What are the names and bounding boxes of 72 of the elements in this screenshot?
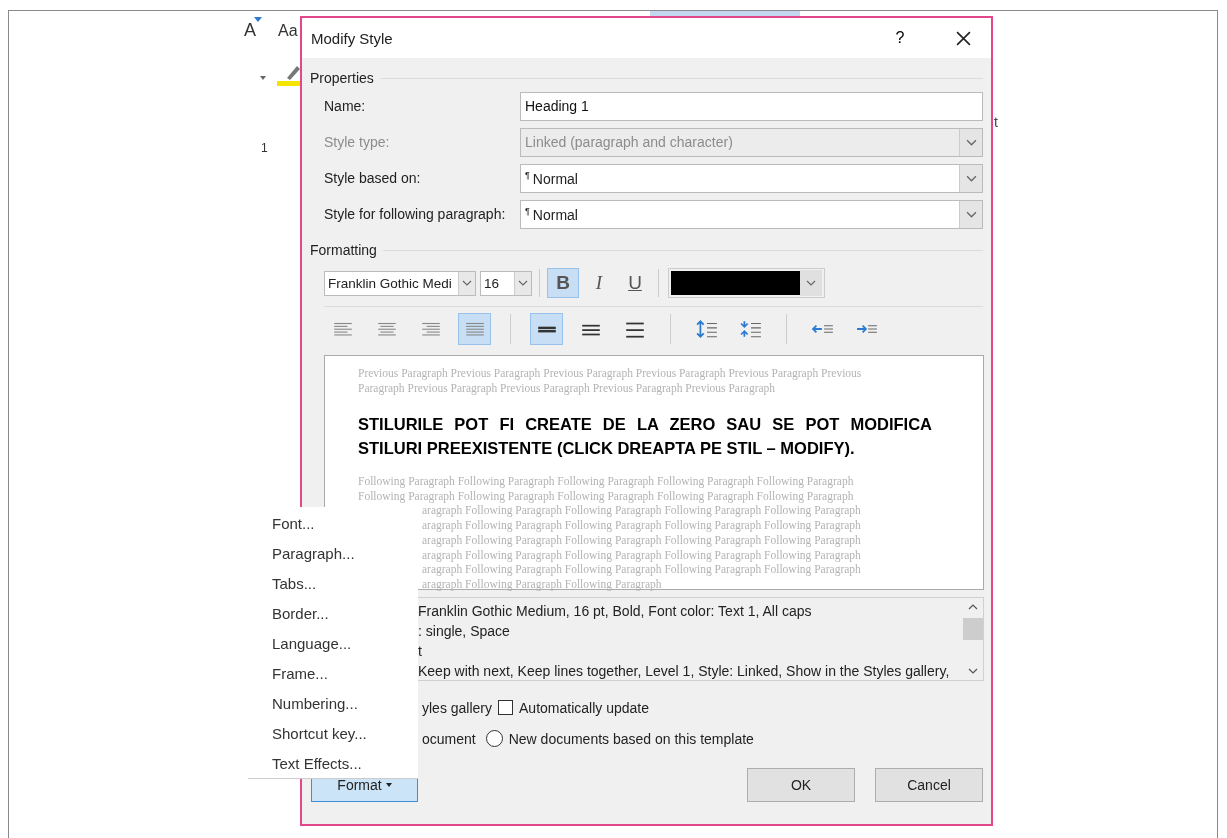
template-radio[interactable]: New documents based on this template (485, 730, 754, 747)
scroll-up-icon[interactable] (968, 604, 978, 610)
description-text: Keep with next, Keep lines together, Level 1, Style: Linked, Show in the Styles gallery, (418, 662, 951, 681)
chevron-down-icon (965, 138, 977, 146)
preview-heading: STILURILE POT FI CREATE DE LA ZERO SAU SE POT MODIFICA STILURI PREEXISTENTE (CLICK DREAPTA PE STIL – MODIFY). (358, 414, 932, 459)
align-right-icon (419, 320, 442, 338)
chevron-down-icon (518, 280, 528, 286)
underline-button[interactable]: U (619, 268, 651, 298)
radio-button[interactable] (485, 730, 503, 747)
cancel-button[interactable]: Cancel (875, 768, 983, 802)
field-label: Style for following paragraph: (324, 206, 507, 222)
previous-paragraph-text: Previous Paragraph Previous Paragraph Previous Paragraph Previous Paragraph Previous Paragraph Previous Paragraph Previous Paragraph Previous Paragraph Previous Paragraph Previous Paragraph (358, 366, 863, 396)
font-dropdown[interactable]: Franklin Gothic Medi (324, 270, 476, 296)
menu-item[interactable]: Tabs... (248, 569, 418, 599)
document-text: t (994, 114, 998, 130)
highlighter-icon (277, 64, 301, 86)
font-color-dropdown[interactable] (668, 268, 825, 298)
ribbon-label: A (244, 20, 256, 41)
following-paragraph-text: aragraph Following Paragraph Following Paragraph Following Paragraph Following Paragraph (422, 518, 861, 533)
menu-item[interactable]: Border... (248, 599, 418, 629)
chevron-down-icon (462, 280, 472, 286)
close-icon (955, 30, 971, 46)
menu-item[interactable]: Paragraph... (248, 539, 418, 569)
style-dropdown[interactable]: $^{¶}$ Normal (520, 163, 983, 193)
bold-button[interactable]: B (547, 268, 579, 298)
field-label: Style based on: (324, 170, 422, 186)
caret-icon (385, 783, 392, 787)
following-paragraph-text: aragraph Following Paragraph Following Paragraph (422, 576, 662, 592)
following-paragraph-text: aragraph Following Paragraph Following Paragraph Following Paragraph Following Paragraph (422, 562, 861, 577)
menu-item[interactable]: Language... (248, 629, 418, 659)
section-heading: Formatting (310, 242, 377, 258)
italic-button[interactable]: I (583, 268, 615, 298)
following-paragraph-text: Following Paragraph Following Paragraph Following Paragraph Following Paragraph Following Paragraph (358, 474, 854, 489)
following-paragraph-text: aragraph Following Paragraph Following Paragraph Following Paragraph Following Paragraph (422, 547, 861, 563)
field-label: Name: (324, 98, 367, 114)
option-text: ocument (422, 730, 476, 747)
size-dropdown[interactable]: 16 (480, 270, 532, 296)
space-decrease-icon (739, 320, 762, 338)
following-paragraph-text: aragraph Following Paragraph Following Paragraph Following Paragraph Following Paragraph (422, 532, 861, 548)
checkbox[interactable] (498, 700, 514, 715)
section-heading: Properties (310, 70, 374, 86)
description-text: Franklin Gothic Medium, 16 pt, Bold, Font color: Text 1, All caps (418, 602, 813, 621)
ok-button[interactable]: OK (747, 768, 855, 802)
window-title: Modify Style (311, 29, 394, 47)
spacing-single-button[interactable] (530, 313, 563, 345)
ribbon-label: Aa (278, 22, 298, 40)
scroll-down-icon[interactable] (968, 668, 978, 674)
menu-item[interactable]: Font... (248, 509, 418, 539)
justify-icon (463, 320, 486, 338)
menu-item[interactable]: Shortcut key... (248, 719, 418, 749)
field-label: Style type: (324, 134, 391, 150)
caret-icon (254, 17, 262, 22)
auto-update-checkbox[interactable]: Automatically update (498, 699, 649, 716)
align-center-icon (375, 320, 398, 338)
description-text: : single, Space (418, 622, 511, 641)
description-text: t (418, 642, 423, 661)
menu-item[interactable]: Frame... (248, 659, 418, 689)
chevron-down-icon (965, 210, 977, 218)
space-increase-icon (695, 320, 718, 338)
following-paragraph-text: Following Paragraph Following Paragraph Following Paragraph Following Paragraph Following Paragraph (358, 488, 854, 504)
chevron-down-icon (806, 280, 816, 286)
option-text: yles gallery (422, 699, 493, 716)
ruler-number: 1 (261, 141, 268, 155)
style-dropdown[interactable]: $^{¶}$ Normal (520, 199, 983, 229)
following-paragraph-text: aragraph Following Paragraph Following Paragraph Following Paragraph Following Paragraph (422, 503, 861, 519)
align-left-icon (331, 320, 354, 338)
help-button[interactable]: ? (885, 29, 915, 47)
caret-icon (260, 76, 266, 80)
name-field[interactable]: Heading 1 (520, 91, 983, 121)
menu-item[interactable]: Numbering... (248, 689, 418, 719)
spacing-double-icon (623, 320, 646, 338)
chevron-down-icon (965, 174, 977, 182)
